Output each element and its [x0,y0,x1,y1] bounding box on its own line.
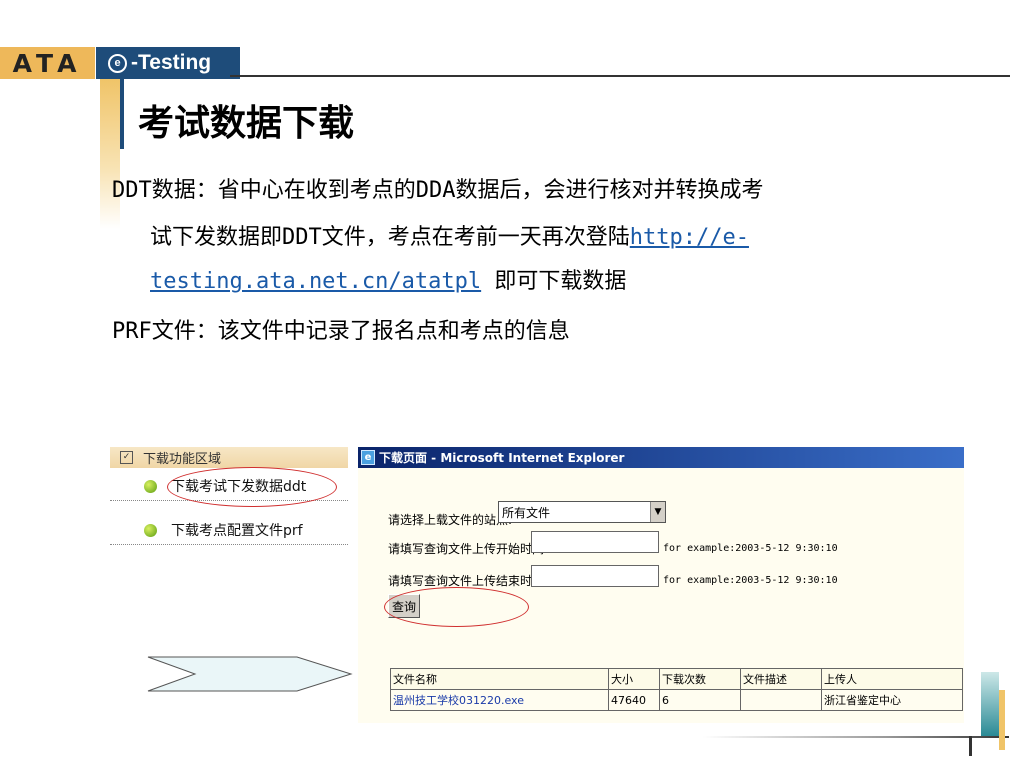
green-bullet-icon [144,523,157,537]
footer-tick [969,736,972,756]
download-url-link-part2[interactable]: testing.ata.net.cn/atatpl [150,269,481,294]
site-select-value: 所有文件 [502,506,551,520]
file-size-cell: 47640 [608,689,660,711]
body-line-3-text: 即可下载数据 [481,269,627,294]
col-header-downloads: 下载次数 [659,668,741,690]
ie-titlebar: e 下载页面 - Microsoft Internet Explorer [358,447,964,468]
e-testing-logo: e -Testing [96,47,240,79]
decor-bar-orange [100,79,120,229]
page-title: 考试数据下载 [138,102,355,144]
decor-bar-teal [981,672,999,736]
site-select-label: 请选择上载文件的站点: [388,513,513,527]
start-time-hint: for example:2003-5-12 9:30:10 [663,543,838,554]
file-description-cell [740,689,822,711]
body-line-3: testing.ata.net.cn/atatpl 即可下载数据 [150,263,626,295]
footer-rule [703,736,1009,738]
sidebar-item-download-prf[interactable]: 下载考点配置文件prf [110,516,348,545]
sidebar-header: ✓ 下载功能区域 [110,447,348,468]
col-header-size: 大小 [608,668,660,690]
decor-bar-blue [120,79,124,149]
collapse-box-icon[interactable]: ✓ [120,451,133,464]
start-time-input[interactable] [531,531,659,553]
ie-window: e 下载页面 - Microsoft Internet Explorer 请选择上… [358,447,964,723]
highlight-oval-ddt [167,467,337,507]
start-time-label: 请填写查询文件上传开始时间: [388,542,549,556]
highlight-oval-query [384,587,529,627]
body-line-2: 试下发数据即DDT文件，考点在考前一天再次登陆http://e- [150,219,749,251]
e-testing-mark-icon: e [108,53,127,73]
col-header-filename: 文件名称 [390,668,609,690]
sidebar-header-label: 下载功能区域 [143,452,222,467]
body-line-4: PRF文件：该文件中记录了报名点和考点的信息 [112,319,570,344]
end-time-input[interactable] [531,565,659,587]
body-line-2-text: 试下发数据即DDT文件，考点在考前一天再次登陆 [150,225,630,250]
sidebar-item-label: 下载考点配置文件prf [171,523,303,539]
ata-logo: ATA [0,47,95,79]
table-row: 温州技工学校031220.exe 47640 6 浙江省鉴定中心 [390,689,963,711]
end-time-hint: for example:2003-5-12 9:30:10 [663,575,838,586]
download-url-link-part1[interactable]: http://e- [630,225,749,250]
decor-bar-orange-bottom [999,690,1005,750]
ie-window-title: 下载页面 - Microsoft Internet Explorer [379,451,625,465]
table-header-row: 文件名称 大小 下载次数 文件描述 上传人 [390,668,963,690]
dropdown-arrow-icon[interactable]: ▼ [650,502,665,522]
col-header-description: 文件描述 [740,668,822,690]
body-line-1: DDT数据：省中心在收到考点的DDA数据后，会进行核对并转换成考 [112,178,764,203]
file-table: 文件名称 大小 下载次数 文件描述 上传人 温州技工学校031220.exe 4… [390,668,963,711]
file-name-link[interactable]: 温州技工学校031220.exe [390,689,609,711]
e-testing-label: -Testing [131,51,212,74]
download-count-cell: 6 [659,689,741,711]
site-select[interactable]: 所有文件 ▼ [498,501,666,523]
ie-page-icon: e [361,450,375,465]
green-bullet-icon [144,479,157,493]
right-arrow-icon [147,656,353,692]
uploader-cell: 浙江省鉴定中心 [821,689,963,711]
header-rule [230,75,1010,77]
col-header-uploader: 上传人 [821,668,963,690]
